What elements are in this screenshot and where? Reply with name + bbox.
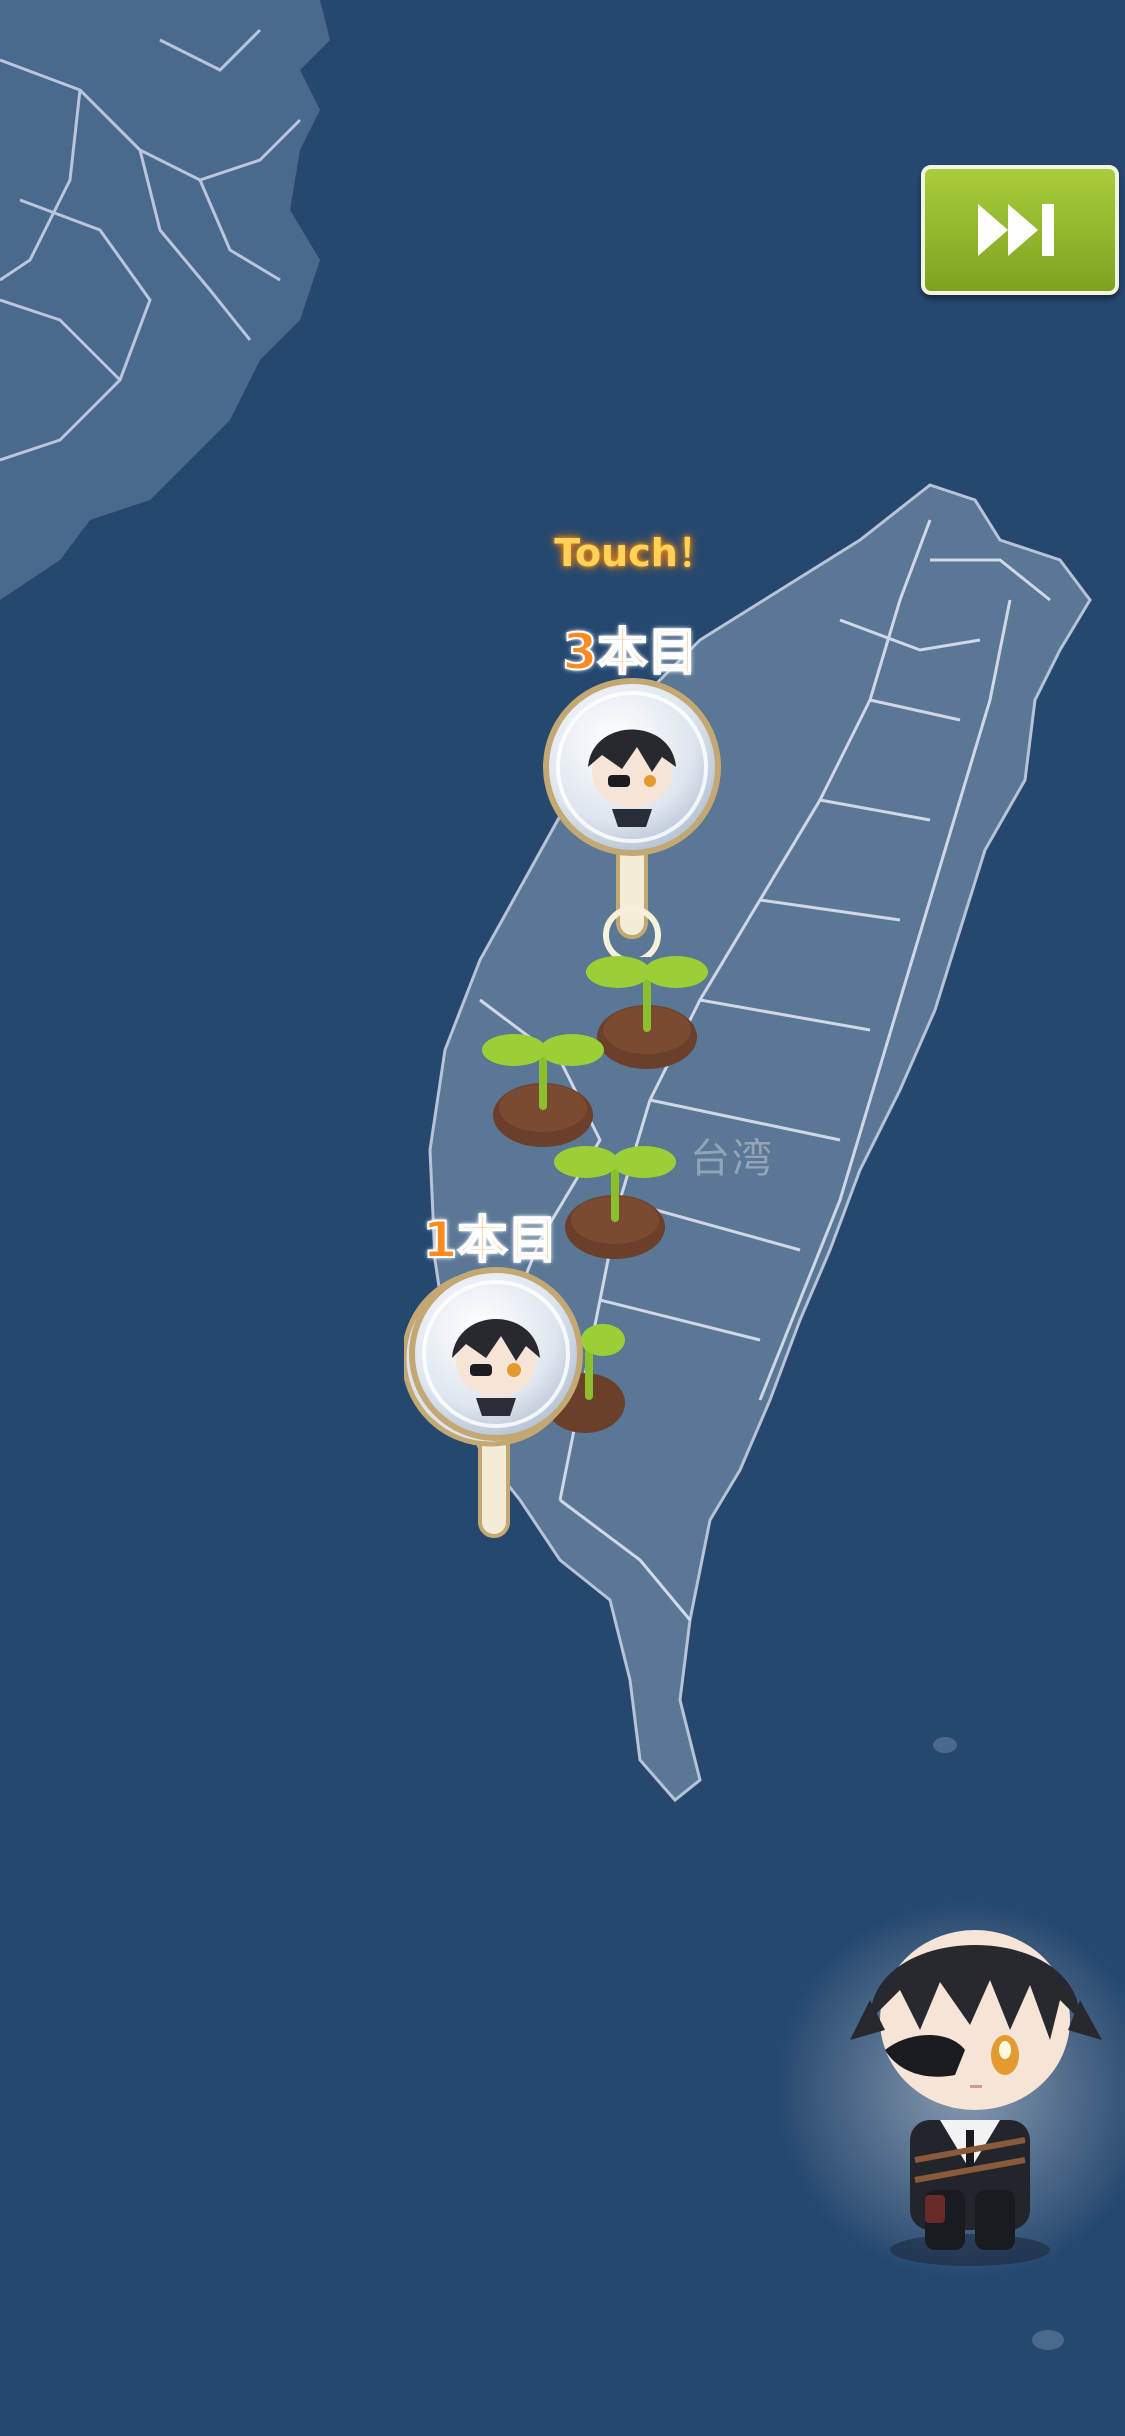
mainland-landmass [0, 0, 330, 600]
mascot-character[interactable] [830, 1890, 1120, 2290]
tree-count-label-1: 1本目 [422, 1210, 559, 1270]
sprout-icon [482, 1034, 604, 1147]
skip-button[interactable] [921, 165, 1119, 295]
tree-count-label-3: 3本目 [562, 622, 699, 682]
map-pin-marker-1[interactable] [401, 1266, 584, 1546]
taiwan-place-label: 台湾 [690, 1136, 774, 1182]
fast-forward-end-icon [978, 204, 1054, 256]
map-pin-marker-3[interactable] [542, 677, 722, 964]
touch-hint-label: Touch！ [554, 531, 716, 575]
